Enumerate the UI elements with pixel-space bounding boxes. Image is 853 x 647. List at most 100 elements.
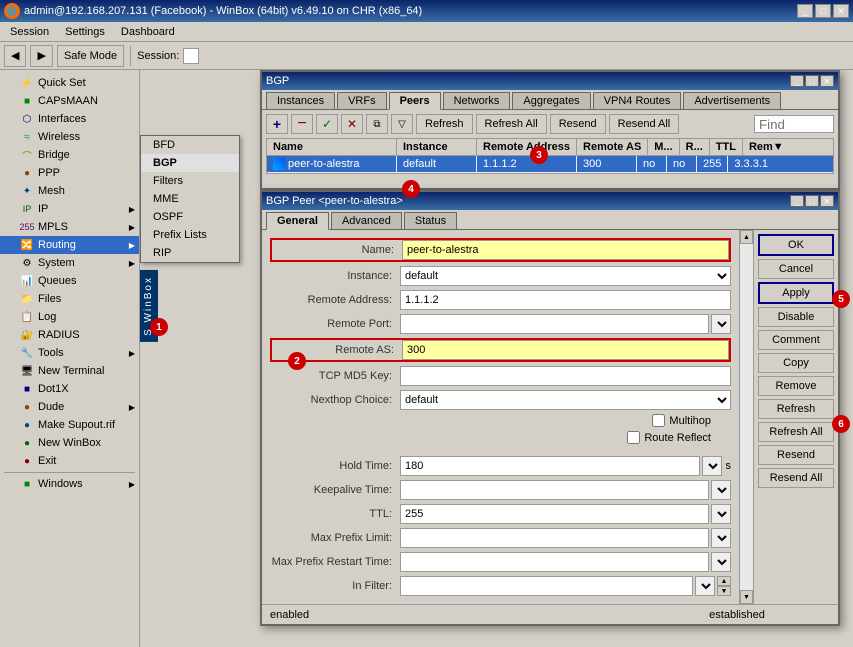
bgp-add-button[interactable]: + [266,114,288,134]
bgp-peer-maximize-button[interactable]: □ [805,195,819,207]
col-name[interactable]: Name [267,139,397,155]
submenu-prefix-lists[interactable]: Prefix Lists [141,226,239,244]
ok-button[interactable]: OK [758,234,834,256]
col-rem[interactable]: Rem▼ [743,139,803,155]
remote-as-input[interactable] [402,340,729,360]
menu-session[interactable]: Session [2,24,57,40]
peer-tab-general[interactable]: General [266,212,329,230]
disable-button[interactable]: Disable [758,307,834,327]
bgp-resend-button[interactable]: Resend [550,114,606,134]
sidebar-item-log[interactable]: 📋 Log [0,308,139,326]
in-filter-scroll-up[interactable]: ▲ [717,576,731,586]
col-r[interactable]: R... [680,139,710,155]
col-ttl[interactable]: TTL [710,139,743,155]
submenu-filters[interactable]: Filters [141,172,239,190]
bgp-filter-button[interactable]: ▽ [391,114,413,134]
bgp-minimize-button[interactable]: _ [790,75,804,87]
submenu-rip[interactable]: RIP [141,244,239,262]
bgp-resend-all-button[interactable]: Resend All [609,114,680,134]
peer-tab-status[interactable]: Status [404,212,457,229]
tab-vrfs[interactable]: VRFs [337,92,387,109]
in-filter-input[interactable] [400,576,693,596]
sidebar-item-system[interactable]: ⚙ System ▶ [0,254,139,272]
forward-button[interactable]: ▶ [30,45,52,67]
sidebar-item-radius[interactable]: 🔐 RADIUS [0,326,139,344]
max-prefix-input[interactable] [400,528,709,548]
cancel-button[interactable]: Cancel [758,259,834,279]
close-button[interactable]: ✕ [833,4,849,18]
sidebar-item-quick-set[interactable]: ⚡ Quick Set [0,74,139,92]
tcp-md5-input[interactable] [400,366,731,386]
in-filter-scroll-down[interactable]: ▼ [717,586,731,596]
peer-tab-advanced[interactable]: Advanced [331,212,402,229]
tab-aggregates[interactable]: Aggregates [512,92,590,109]
submenu-bfd[interactable]: BFD [141,136,239,154]
bgp-maximize-button[interactable]: □ [805,75,819,87]
safe-mode-button[interactable]: Safe Mode [57,45,124,67]
tab-instances[interactable]: Instances [266,92,335,109]
multihop-checkbox[interactable] [652,414,665,427]
bgp-refresh-all-button[interactable]: Refresh All [476,114,547,134]
col-remote-as[interactable]: Remote AS [577,139,648,155]
keepalive-dropdown[interactable]: ▼ [711,480,731,500]
remote-port-input[interactable] [400,314,709,334]
keepalive-input[interactable] [400,480,709,500]
bgp-peer-close-button[interactable]: ✕ [820,195,834,207]
bgp-remove-button[interactable]: − [291,114,313,134]
max-prefix-restart-input[interactable] [400,552,709,572]
sidebar-item-windows[interactable]: ■ Windows ▶ [0,475,139,493]
sidebar-item-routing[interactable]: 🔀 Routing ▶ [0,236,139,254]
tab-networks[interactable]: Networks [443,92,511,109]
menu-dashboard[interactable]: Dashboard [113,24,183,40]
submenu-bgp[interactable]: BGP [141,154,239,172]
tab-vpn4-routes[interactable]: VPN4 Routes [593,92,682,109]
scroll-up-button[interactable]: ▲ [740,230,753,244]
sidebar-item-bridge[interactable]: ⌒ Bridge [0,146,139,164]
col-instance[interactable]: Instance [397,139,477,155]
remote-address-input[interactable] [400,290,731,310]
scroll-down-button[interactable]: ▼ [740,590,753,604]
refresh-all-button[interactable]: Refresh All [758,422,834,442]
sidebar-item-make-supout[interactable]: ● Make Supout.rif [0,416,139,434]
tab-advertisements[interactable]: Advertisements [683,92,781,109]
bgp-check-button[interactable]: ✓ [316,114,338,134]
sidebar-item-interfaces[interactable]: ⬡ Interfaces [0,110,139,128]
col-remote-address[interactable]: Remote Address [477,139,577,155]
sidebar-item-mpls[interactable]: 255 MPLS ▶ [0,218,139,236]
nexthop-select[interactable]: default [400,390,731,410]
sidebar-item-tools[interactable]: 🔧 Tools ▶ [0,344,139,362]
minimize-button[interactable]: _ [797,4,813,18]
sidebar-item-dot1x[interactable]: ■ Dot1X [0,380,139,398]
copy-button[interactable]: Copy [758,353,834,373]
max-prefix-restart-dropdown[interactable]: ▼ [711,552,731,572]
in-filter-dropdown[interactable]: ▼ [695,576,715,596]
name-input[interactable] [402,240,729,260]
sidebar-item-new-winbox[interactable]: ● New WinBox [0,434,139,452]
back-button[interactable]: ◀ [4,45,26,67]
ttl-dropdown[interactable]: ▼ [711,504,731,524]
remove-button[interactable]: Remove [758,376,834,396]
bgp-refresh-button[interactable]: Refresh [416,114,473,134]
sidebar-item-new-terminal[interactable]: 🖥 New Terminal [0,362,139,380]
resend-button[interactable]: Resend [758,445,834,465]
route-reflect-checkbox[interactable] [627,431,640,444]
sidebar-item-ppp[interactable]: ● PPP [0,164,139,182]
sidebar-item-queues[interactable]: 📊 Queues [0,272,139,290]
comment-button[interactable]: Comment [758,330,834,350]
session-checkbox[interactable] [183,48,199,64]
apply-button[interactable]: Apply [758,282,834,304]
bgp-cross-button[interactable]: ✕ [341,114,363,134]
bgp-close-button[interactable]: ✕ [820,75,834,87]
sidebar-item-mesh[interactable]: ✦ Mesh [0,182,139,200]
ttl-input[interactable] [400,504,709,524]
sidebar-item-exit[interactable]: ● Exit [0,452,139,470]
hold-time-dropdown[interactable]: ▼ [702,456,722,476]
tab-peers[interactable]: Peers [389,92,441,110]
table-row[interactable]: peer-to-alestra default 1.1.1.2 300 no n… [267,156,833,173]
resend-all-button[interactable]: Resend All [758,468,834,488]
sidebar-item-capsman[interactable]: ■ CAPsMAAN [0,92,139,110]
max-prefix-dropdown[interactable]: ▼ [711,528,731,548]
sidebar-item-wireless[interactable]: ≈ Wireless [0,128,139,146]
sidebar-item-ip[interactable]: IP IP ▶ [0,200,139,218]
bgp-copy-button[interactable]: ⧉ [366,114,388,134]
